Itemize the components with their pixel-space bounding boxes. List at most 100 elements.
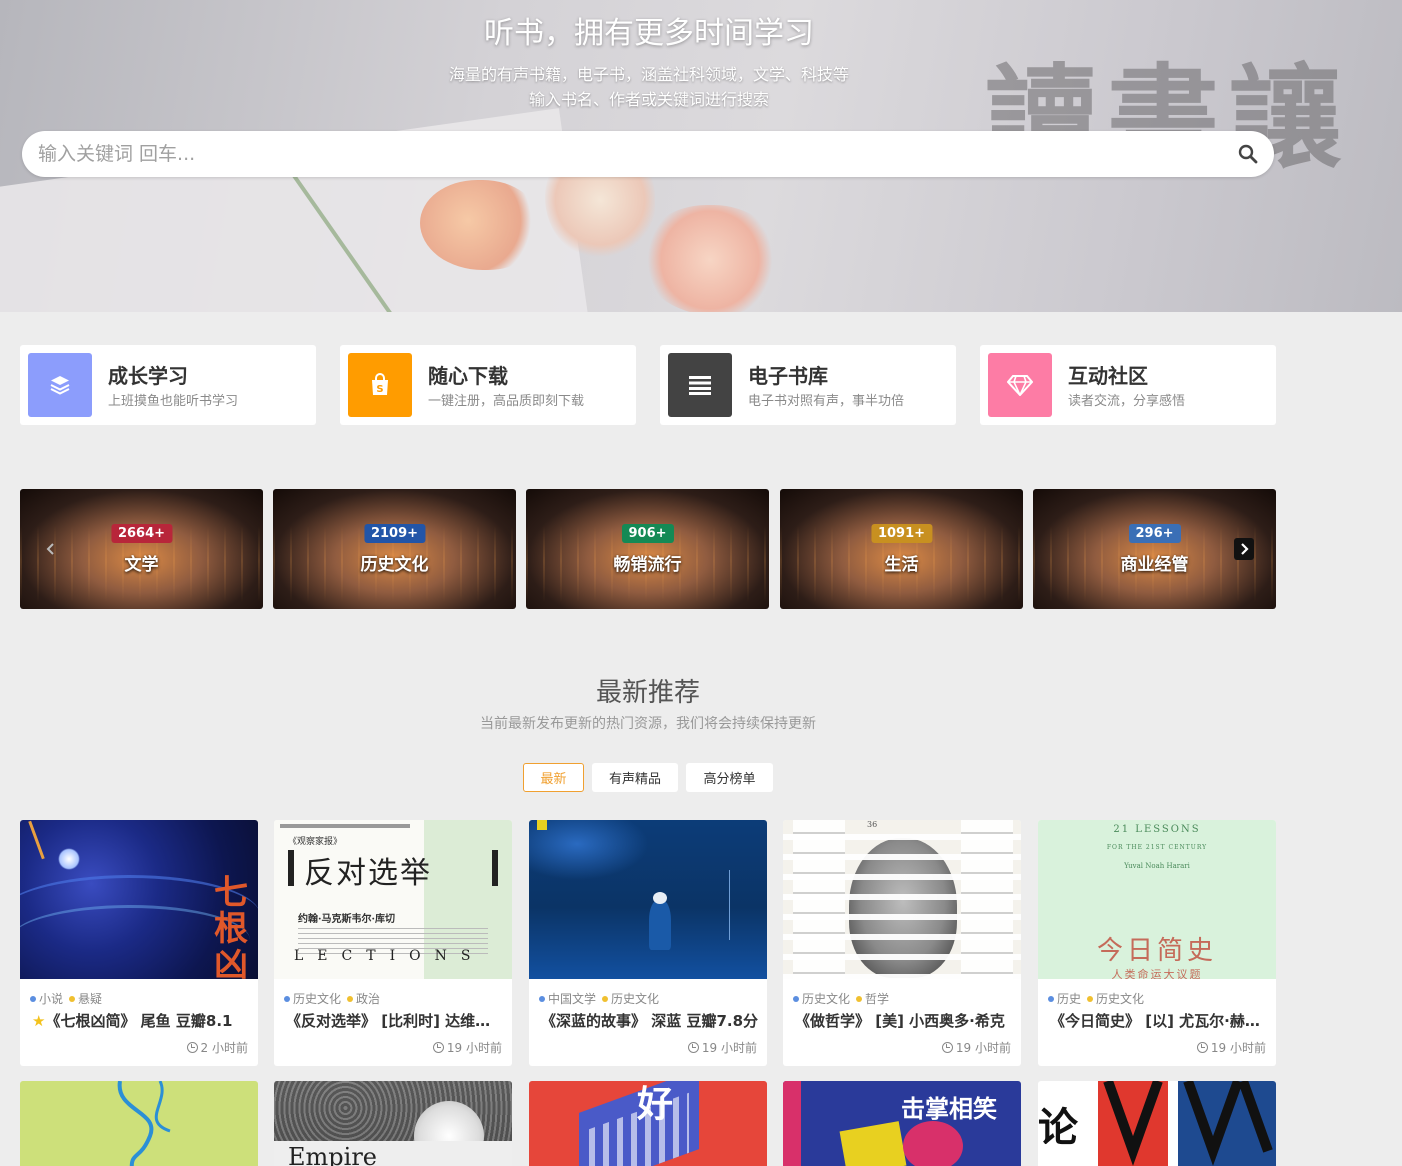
hero-title: 听书，拥有更多时间学习 — [484, 16, 814, 51]
feature-download[interactable]: S 随心下载 一键注册，高品质即刻下载 — [340, 345, 636, 425]
list-icon — [668, 353, 732, 417]
book-cover[interactable]: 36 — [783, 820, 1021, 979]
tag[interactable]: 历史文化 — [1096, 992, 1144, 1006]
book-title[interactable]: 《今日简史》 [以] 尤瓦尔·赫拉利 — [1050, 1010, 1268, 1031]
category-card-bestseller[interactable]: 906+ 畅销流行 — [526, 489, 769, 609]
tag[interactable]: 悬疑 — [78, 992, 102, 1006]
cover-text: FOR THE 21ST CENTURY — [1106, 844, 1208, 851]
shopping-bag-icon: S — [348, 353, 412, 417]
cover-text: LECTIONS — [294, 948, 485, 964]
count-badge: 296+ — [1128, 524, 1181, 543]
book-tags: 小说 悬疑 — [30, 990, 102, 1007]
hero-subtitle-hint: 输入书名、作者或关键词进行搜索 — [528, 90, 769, 109]
tag[interactable]: 历史文化 — [611, 992, 659, 1006]
tab-audio-premium[interactable]: 有声精品 — [592, 763, 678, 792]
cover-text: 人类命运大议题 — [1111, 968, 1203, 979]
book-cover[interactable]: 论 — [1038, 1081, 1276, 1166]
book-card[interactable]: 36 历史文化 哲学 《做哲学》 [美] 小西奥多·希克 19 小时前 — [783, 820, 1021, 1066]
category-name: 畅销流行 — [613, 555, 682, 575]
feature-desc: 电子书对照有声，事半功倍 — [748, 394, 905, 409]
book-cover[interactable]: 七根凶简 — [20, 820, 258, 979]
search-input[interactable] — [38, 131, 1218, 177]
category-name: 历史文化 — [360, 555, 429, 575]
book-cover[interactable] — [20, 1081, 258, 1166]
feature-title: 电子书库 — [748, 364, 828, 388]
chevron-right-icon[interactable] — [1234, 538, 1254, 560]
hero-flower — [420, 180, 540, 270]
tag[interactable]: 历史文化 — [802, 992, 850, 1006]
book-time: 19 小时前 — [432, 1039, 502, 1056]
tag[interactable]: 政治 — [356, 992, 380, 1006]
cover-text: 反对选举 — [304, 856, 432, 891]
diamond-icon — [988, 353, 1052, 417]
cover-text: 七根凶简 — [214, 873, 248, 979]
cover-text: 《观察家报》 — [288, 837, 343, 847]
cover-text: 21 LESSONS — [1113, 824, 1201, 835]
cover-text: 今日简史 — [1096, 936, 1217, 966]
cover-text: 论 — [1038, 1104, 1078, 1151]
tag[interactable]: 历史文化 — [293, 992, 341, 1006]
book-time: 2 小时前 — [186, 1039, 248, 1056]
book-cover[interactable]: 击掌相笑 — [783, 1081, 1021, 1166]
star-icon: ★ — [32, 1012, 46, 1030]
tag[interactable]: 哲学 — [865, 992, 889, 1006]
book-time: 19 小时前 — [687, 1039, 757, 1056]
layers-icon — [28, 353, 92, 417]
book-time: 19 小时前 — [1196, 1039, 1266, 1056]
clock-icon — [687, 1042, 699, 1053]
tab-top-rated[interactable]: 高分榜单 — [686, 763, 773, 792]
feature-title: 互动社区 — [1068, 364, 1148, 388]
book-cover[interactable]: 《观察家报》 反对选举 约翰·马克斯韦尔·库切 LECTIONS — [274, 820, 512, 979]
feature-community[interactable]: 互动社区 读者交流，分享感悟 — [980, 345, 1276, 425]
book-cover[interactable] — [529, 820, 767, 979]
clock-icon — [941, 1042, 953, 1053]
cover-text: 36 — [867, 820, 878, 829]
category-card-history[interactable]: 2109+ 历史文化 — [273, 489, 516, 609]
book-title[interactable]: ★《七根凶简》 尾鱼 豆瓣8.1 — [32, 1010, 250, 1031]
search-icon[interactable] — [1238, 144, 1258, 164]
book-tags: 历史文化 哲学 — [793, 990, 889, 1007]
feature-ebooks[interactable]: 电子书库 电子书对照有声，事半功倍 — [660, 345, 956, 425]
svg-text:S: S — [376, 384, 383, 395]
feature-title: 成长学习 — [108, 364, 188, 388]
book-card[interactable]: 七根凶简 小说 悬疑 ★《七根凶简》 尾鱼 豆瓣8.1 2 小时前 — [20, 820, 258, 1066]
book-card[interactable]: 《观察家报》 反对选举 约翰·马克斯韦尔·库切 LECTIONS 历史文化 政治 … — [274, 820, 512, 1066]
feature-desc: 一键注册，高品质即刻下载 — [428, 394, 585, 409]
search-bar — [22, 131, 1274, 177]
tag[interactable]: 中国文学 — [548, 992, 596, 1006]
count-badge: 1091+ — [870, 524, 933, 543]
book-title[interactable]: 《做哲学》 [美] 小西奥多·希克 — [795, 1010, 1013, 1031]
cable-illustration — [117, 1081, 171, 1166]
section-subtitle: 当前最新发布更新的热门资源，我们将会持续保持更新 — [480, 716, 816, 732]
category-card-life[interactable]: 1091+ 生活 — [780, 489, 1023, 609]
book-tags: 历史 历史文化 — [1048, 990, 1144, 1007]
cover-text: 击掌相笑 — [901, 1094, 997, 1123]
book-title[interactable]: 《深蓝的故事》 深蓝 豆瓣7.8分 — [541, 1010, 759, 1031]
feature-growth[interactable]: 成长学习 上班摸鱼也能听书学习 — [20, 345, 316, 425]
feature-title: 随心下载 — [428, 364, 508, 388]
tab-latest[interactable]: 最新 — [523, 763, 584, 792]
feature-desc: 读者交流，分享感悟 — [1068, 394, 1186, 409]
category-name: 生活 — [884, 555, 919, 575]
chevron-left-icon[interactable] — [41, 538, 61, 560]
count-badge: 906+ — [621, 524, 674, 543]
clock-icon — [186, 1042, 198, 1053]
section-title: 最新推荐 — [595, 678, 700, 708]
hero-banner: 讀書讓 听书，拥有更多时间学习 海量的有声书籍，电子书，涵盖社科领域，文学、科技… — [0, 0, 1402, 312]
book-card[interactable]: 21 LESSONS FOR THE 21ST CENTURY Yuval No… — [1038, 820, 1276, 1066]
cover-text: 好 — [637, 1083, 674, 1125]
tag[interactable]: 小说 — [39, 992, 63, 1006]
hero-flower — [640, 205, 780, 312]
clock-icon — [1196, 1042, 1208, 1053]
book-cover[interactable]: 好 — [529, 1081, 767, 1166]
book-tags: 中国文学 历史文化 — [539, 990, 659, 1007]
count-badge: 2109+ — [363, 524, 426, 543]
book-tags: 历史文化 政治 — [284, 990, 380, 1007]
book-title[interactable]: 《反对选举》 [比利时] 达维德·范雷布鲁克 — [286, 1010, 504, 1031]
hero-subtitle: 海量的有声书籍，电子书，涵盖社科领域，文学、科技等 — [448, 65, 849, 84]
feature-desc: 上班摸鱼也能听书学习 — [108, 394, 239, 409]
tag[interactable]: 历史 — [1057, 992, 1081, 1006]
book-card[interactable]: 中国文学 历史文化 《深蓝的故事》 深蓝 豆瓣7.8分 19 小时前 — [529, 820, 767, 1066]
book-cover[interactable]: Empire — [274, 1081, 512, 1166]
book-cover[interactable]: 21 LESSONS FOR THE 21ST CENTURY Yuval No… — [1038, 820, 1276, 979]
